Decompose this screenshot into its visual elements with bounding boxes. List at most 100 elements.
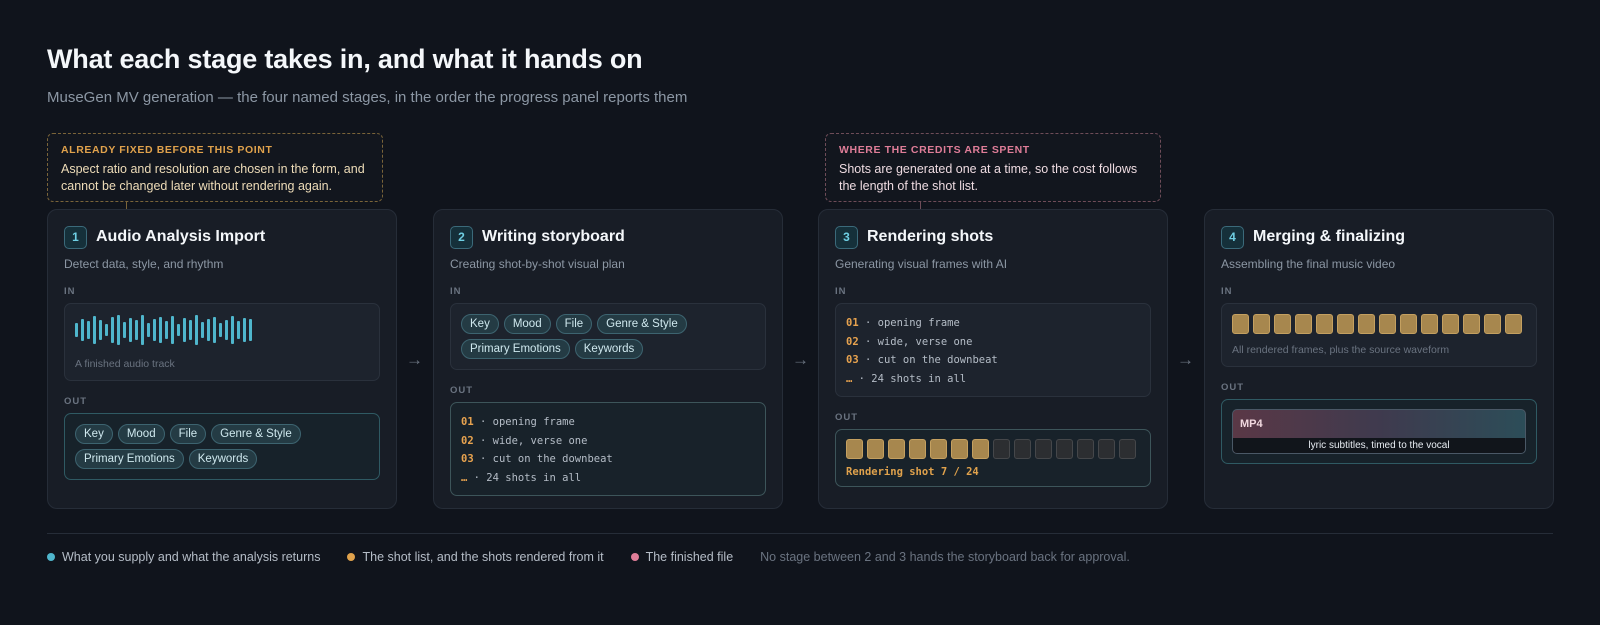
shot-text: · opening frame [858, 317, 960, 329]
stage-title: Rendering shots [867, 228, 994, 245]
stage-title: Audio Analysis Import [96, 228, 266, 245]
data-chip: Primary Emotions [75, 449, 184, 469]
waveform-bar [219, 323, 222, 337]
input-chips: Key Mood File Genre & Style Primary Emotions… [461, 314, 755, 359]
output-box: Rendering shot 7 / 24 [835, 429, 1151, 487]
callout-label: ALREADY FIXED BEFORE THIS POINT [61, 144, 273, 156]
waveform-bar [171, 316, 174, 344]
shot-number: 01 [461, 416, 474, 428]
input-box: All rendered frames, plus the source wav… [1221, 303, 1537, 367]
callout-fixed-before: ALREADY FIXED BEFORE THIS POINT Aspect r… [47, 133, 383, 202]
in-label: IN [1221, 286, 1233, 297]
waveform-bar [105, 324, 108, 336]
waveform-bar [231, 316, 234, 344]
input-caption: A finished audio track [75, 358, 175, 370]
shot-text: · cut on the downbeat [473, 453, 613, 465]
waveform-bar [243, 318, 246, 342]
frame-tile-rendered [1400, 314, 1417, 334]
frame-tile-rendered [888, 439, 905, 459]
waveform-bar [81, 319, 84, 341]
subtitle-bar: lyric subtitles, timed to the vocal [1233, 438, 1525, 453]
waveform-icon [75, 314, 369, 346]
output-chips: Key Mood File Genre & Style Primary Emotions… [75, 424, 369, 469]
shot-row: … · 24 shots in all [846, 370, 1140, 389]
waveform-bar [177, 324, 180, 336]
legend-item: The shot list, and the shots rendered fr… [347, 550, 604, 564]
waveform-bar [93, 316, 96, 344]
input-caption: All rendered frames, plus the source wav… [1232, 344, 1450, 356]
waveform-bar [225, 320, 228, 340]
shot-text: · 24 shots in all [467, 471, 582, 484]
shot-row: 03 · cut on the downbeat [846, 351, 1140, 370]
callout-text: Shots are generated one at a time, so th… [839, 162, 1138, 193]
shot-text: · cut on the downbeat [858, 354, 998, 366]
shot-row: 01 · opening frame [846, 314, 1140, 333]
stage-subtitle: Generating visual frames with AI [835, 257, 1008, 271]
frame-tile-rendered [846, 439, 863, 459]
legend-item: The finished file [630, 550, 734, 564]
waveform-bar [195, 315, 198, 345]
out-label: OUT [64, 396, 88, 407]
mp4-output: MP4 lyric subtitles, timed to the vocal [1232, 409, 1526, 454]
legend: What you supply and what the analysis re… [47, 550, 1130, 564]
data-chip: Primary Emotions [461, 339, 570, 359]
waveform-bar [189, 320, 192, 340]
output-box: MP4 lyric subtitles, timed to the vocal [1221, 399, 1537, 464]
frame-tile-rendered [1253, 314, 1270, 334]
frame-tiles [1232, 314, 1526, 334]
step-number-badge: 1 [64, 225, 87, 249]
shot-number: 01 [846, 317, 859, 329]
frame-tile-rendered [1316, 314, 1333, 334]
waveform-bar [129, 318, 132, 342]
frame-tile-rendered [951, 439, 968, 459]
stage-card-audio-analysis: 1 Audio Analysis Import Detect data, sty… [47, 209, 397, 509]
in-label: IN [450, 286, 462, 297]
shot-row: 01 · opening frame [461, 413, 755, 432]
frame-tile-rendered [1358, 314, 1375, 334]
frame-tile-pending [1098, 439, 1115, 459]
data-chip: Keywords [574, 339, 644, 359]
frame-tile-rendered [930, 439, 947, 459]
data-chip: File [169, 424, 207, 444]
flow-arrow: → [406, 350, 423, 369]
stage-title: Writing storyboard [482, 228, 625, 245]
legend-note: No stage between 2 and 3 hands the story… [760, 550, 1130, 564]
shot-number: 03 [846, 354, 859, 366]
data-chip: Keywords [188, 449, 258, 469]
waveform-bar [147, 323, 150, 337]
divider [47, 533, 1553, 534]
out-label: OUT [1221, 382, 1245, 393]
shot-text: · opening frame [473, 416, 575, 428]
shot-number: 02 [461, 434, 474, 447]
stage-subtitle: Assembling the final music video [1221, 257, 1396, 271]
mp4-label: MP4 [1240, 418, 1263, 430]
input-box: A finished audio track [64, 303, 380, 381]
flow-arrow: → [792, 350, 809, 369]
legend-label: The shot list, and the shots rendered fr… [362, 550, 604, 564]
data-chip: Genre & Style [597, 314, 687, 334]
callout-label: WHERE THE CREDITS ARE SPENT [839, 144, 1030, 156]
legend-label: The finished file [645, 550, 734, 564]
legend-dot-icon [347, 553, 356, 561]
frame-tile-rendered [1484, 314, 1501, 334]
waveform-bar [117, 315, 120, 345]
page-subtitle: MuseGen MV generation — the four named s… [47, 89, 688, 106]
data-chip: Key [75, 424, 113, 444]
frame-tile-rendered [1337, 314, 1354, 334]
frame-tile-pending [1035, 439, 1052, 459]
shot-list: 01 · opening frame 02 · wide, verse one 03… [846, 314, 1140, 388]
frame-tile-pending [993, 439, 1010, 459]
data-chip: Key [461, 314, 499, 334]
frame-tile-pending [1014, 439, 1031, 459]
frame-tile-rendered [1505, 314, 1522, 334]
shot-number: 02 [846, 335, 859, 348]
frame-tile-rendered [1379, 314, 1396, 334]
flow-arrow: → [1177, 350, 1194, 369]
stage-subtitle: Detect data, style, and rhythm [64, 257, 224, 271]
frame-tile-rendered [1295, 314, 1312, 334]
legend-dot-icon [47, 553, 55, 561]
frame-tile-rendered [1421, 314, 1438, 334]
waveform-bar [153, 319, 156, 341]
frame-tile-rendered [1232, 314, 1249, 334]
waveform-bar [165, 321, 168, 339]
